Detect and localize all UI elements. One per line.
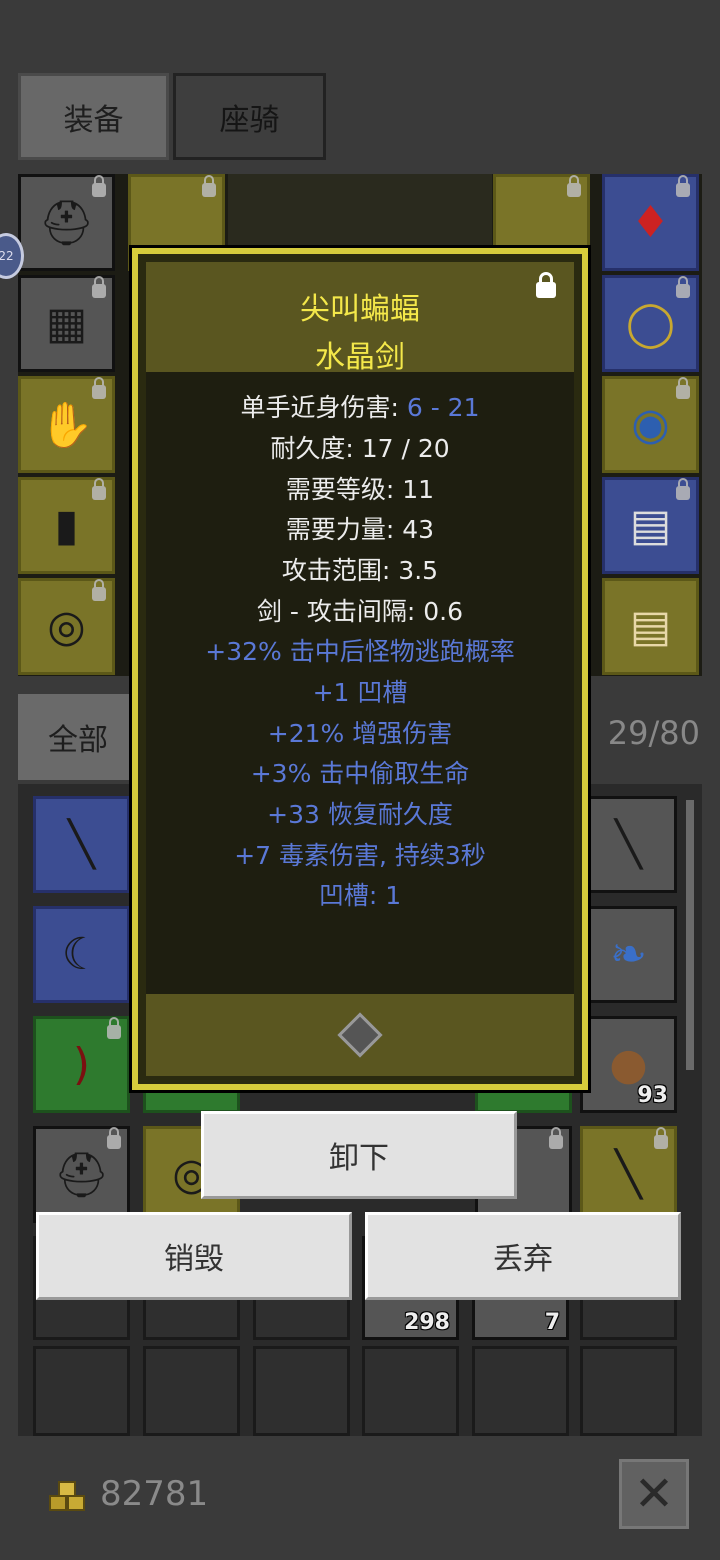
inventory-slot[interactable]: ╲ [580,1126,677,1223]
level-badge-value: 22 [0,249,14,263]
affix-line: +21% 增强伤害 [267,719,453,748]
affix-line: +3% 击中偷取生命 [250,759,470,788]
inventory-slot[interactable]: ╲ [33,796,130,893]
equip-slot-amulet[interactable]: ♦ [602,174,699,271]
tab-filter-all[interactable]: 全部 [18,694,138,780]
close-button[interactable]: ✕ [619,1459,689,1529]
affix-line: 凹槽: 1 [318,881,402,910]
inventory-slot[interactable] [33,1346,130,1436]
equip-slot-ring1[interactable]: ◯ [602,275,699,372]
stat-value: 6 - 21 [406,393,480,422]
item-tooltip: 尖叫蝙蝠 水晶剑 单手近身伤害: 6 - 21 耐久度: 17 / 20 需要等… [132,248,588,1090]
lock-icon[interactable] [536,272,556,298]
stat-line: 需要等级: 11 [285,475,435,504]
stat-line: 攻击范围: 3.5 [281,556,439,585]
affix-line: +1 凹槽 [312,678,408,707]
inventory-slot[interactable]: ) [33,1016,130,1113]
stat-line: 剑 - 攻击间隔: 0.6 [256,597,464,626]
stat-line: 单手近身伤害: 6 - 21 [146,388,574,424]
lock-icon [92,377,106,399]
inventory-slot[interactable] [362,1346,459,1436]
item-type: 水晶剑 [315,340,405,375]
equip-slot-armor[interactable]: ▦ [18,275,115,372]
lock-icon [676,478,690,500]
equip-slot-charm1[interactable]: ▤ [602,477,699,574]
lock-icon [92,175,106,197]
item-name: 尖叫蝙蝠 [300,292,420,327]
stat-label: 单手近身伤害: [240,393,407,422]
club-icon: ╲ [68,819,95,870]
inventory-slot[interactable] [143,1346,240,1436]
lock-icon [92,276,106,298]
equip-slot-gloves[interactable]: ✋ [18,376,115,473]
tab-equipment[interactable]: 装备 [18,73,169,160]
affix-line: +33 恢复耐久度 [267,800,453,829]
inventory-slot[interactable] [580,1346,677,1436]
unequip-button[interactable]: 卸下 [201,1111,517,1199]
inventory-slot[interactable]: ╲ [580,796,677,893]
lock-icon [107,1017,121,1039]
equip-slot-ring2[interactable]: ◉ [602,376,699,473]
inventory-slot[interactable] [472,1346,569,1436]
inventory-slot[interactable]: ⛑ [33,1126,130,1223]
destroy-button[interactable]: 销毁 [36,1212,352,1300]
stat-line: 需要力量: 43 [285,515,435,544]
equip-slot-helmet[interactable]: ⛑ [18,174,115,271]
tooltip-header: 尖叫蝙蝠 水晶剑 [146,262,574,375]
lock-icon [107,1127,121,1149]
feather-icon: ❧ [610,929,647,980]
tooltip-footer [146,994,574,1076]
lock-icon [92,579,106,601]
item-quantity: 7 [544,1310,560,1335]
affix-line: +32% 击中后怪物逃跑概率 [205,637,515,666]
dagger-icon: ╲ [615,819,642,870]
lock-icon [676,276,690,298]
lock-icon [202,175,216,197]
inventory-slot[interactable] [253,1346,350,1436]
gold-amount: 82781 [100,1474,209,1514]
item-quantity: 93 [637,1083,668,1108]
inventory-slot[interactable]: ● 93 [580,1016,677,1113]
gold-coins-icon [49,1481,85,1511]
lock-icon [676,377,690,399]
drop-button[interactable]: 丢弃 [365,1212,681,1300]
inventory-slot[interactable]: ☾ [33,906,130,1003]
close-icon: ✕ [633,1466,675,1522]
lock-icon [567,175,581,197]
inventory-scrollbar[interactable] [686,800,694,1070]
equip-slot-boots[interactable]: ▮ [18,477,115,574]
tooltip-body: 单手近身伤害: 6 - 21 耐久度: 17 / 20 需要等级: 11 需要力… [146,372,574,994]
stat-line: 耐久度: 17 / 20 [270,434,450,463]
tab-mount[interactable]: 座骑 [173,73,326,160]
item-quantity: 298 [404,1310,450,1335]
lock-icon [549,1127,563,1149]
scroll-icon: ▤ [629,601,672,652]
affix-line: +7 毒素伤害, 持续3秒 [234,841,486,870]
scythe-icon: ☾ [61,929,102,980]
inventory-slot[interactable]: ❧ [580,906,677,1003]
equip-slot-charm2[interactable]: ▤ [602,578,699,675]
lock-icon [654,1127,668,1149]
lock-icon [92,478,106,500]
lock-icon [676,175,690,197]
equip-slot-belt[interactable]: ◎ [18,578,115,675]
socket-icon [337,1012,383,1058]
